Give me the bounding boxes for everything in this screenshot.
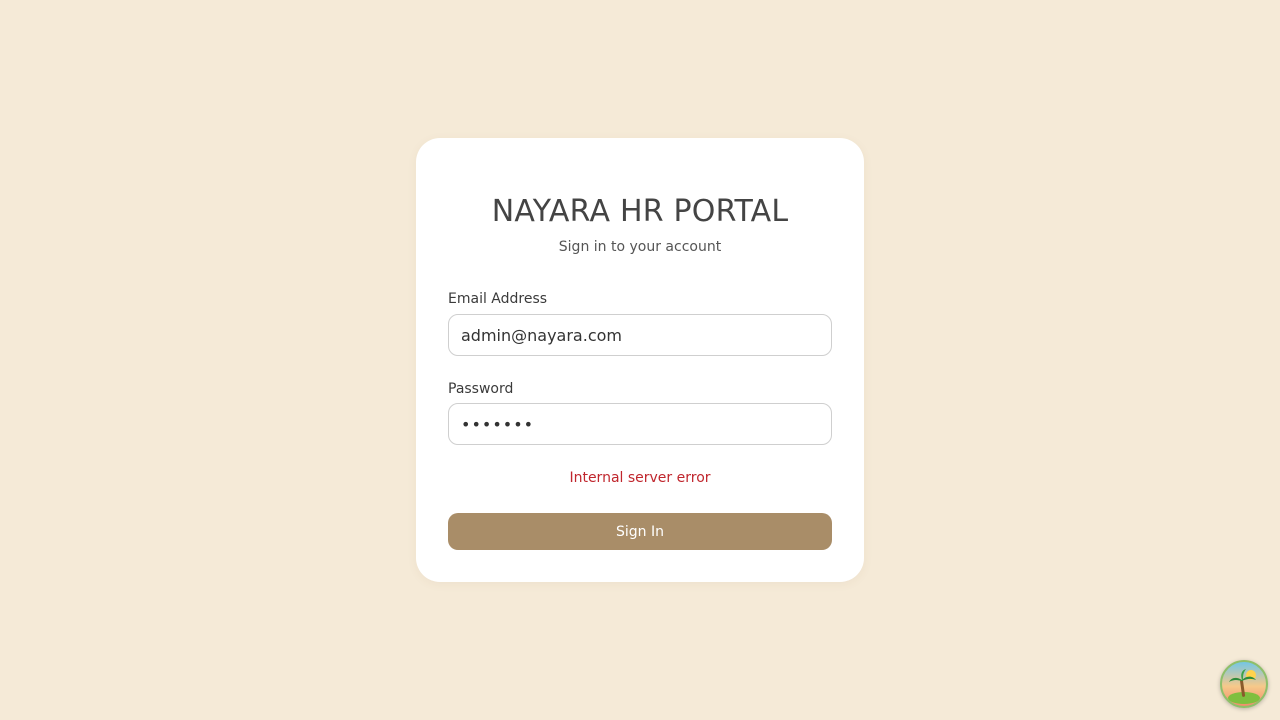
palm-island-icon [1220,660,1268,708]
page-subtitle: Sign in to your account [558,239,722,255]
error-message: Internal server error [569,470,711,486]
password-label: Password [448,381,514,397]
assistant-launcher-button[interactable] [1220,660,1268,708]
email-label: Email Address [448,291,548,307]
login-card: NAYARA HR PORTAL Sign in to your account… [416,138,864,582]
sign-in-button[interactable]: Sign In [448,513,832,550]
page-title: NAYARA HR PORTAL [491,194,789,229]
password-field[interactable] [448,403,832,445]
email-field[interactable] [448,314,832,356]
